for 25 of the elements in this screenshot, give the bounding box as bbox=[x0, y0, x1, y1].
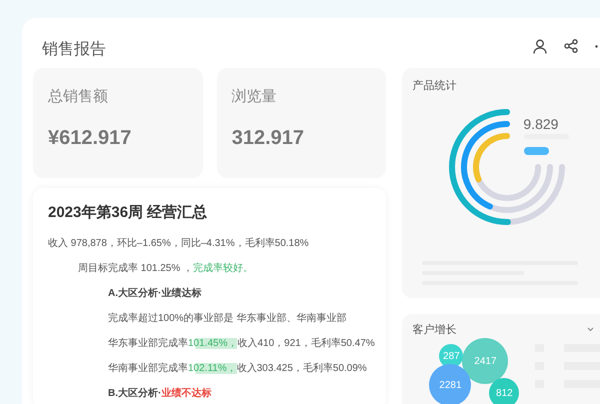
page-title: 销售报告 bbox=[41, 40, 106, 60]
section-heading: A.大区分析·业绩达标 bbox=[108, 286, 202, 300]
summary-text: 完成率超过100%的事业部是 华东事业部、华南事业部 bbox=[108, 312, 346, 326]
user-icon[interactable] bbox=[533, 38, 547, 54]
stat-label: 浏览量 bbox=[232, 87, 277, 107]
bubble: 287 bbox=[439, 344, 464, 368]
bubble: 2417 bbox=[462, 338, 508, 384]
stat-label: 总销售额 bbox=[48, 87, 108, 107]
summary-title: 2023年第36周 经营汇总 bbox=[48, 203, 208, 223]
panel-title: 产品统计 bbox=[412, 78, 456, 94]
summary-text: 华东事业部完成率101.45%，收入410，921，毛利率50.47% bbox=[108, 336, 375, 350]
more-icon[interactable] bbox=[595, 44, 598, 48]
summary-text: 周目标完成率 101.25% ，完成率较好。 bbox=[78, 262, 254, 276]
chart-value: 9.829 bbox=[523, 115, 558, 134]
stat-value: ¥612.917 bbox=[48, 126, 132, 150]
summary-text: 收入 978,878，环比–1.65%，同比–4.31%，毛利率50.18% bbox=[48, 236, 309, 250]
section-heading: B.大区分析·业绩不达标 bbox=[108, 386, 212, 400]
summary-text: 华南事业部完成率102.11%，收入303.425，毛利率50.09% bbox=[108, 362, 367, 376]
chevron-down-icon[interactable] bbox=[587, 327, 594, 332]
stat-value: 312.917 bbox=[232, 126, 304, 150]
share-icon[interactable] bbox=[564, 39, 578, 53]
panel-title: 客户增长 bbox=[412, 322, 456, 338]
bubble: 812 bbox=[489, 378, 520, 404]
legend-pill bbox=[524, 147, 550, 155]
bubble: 2281 bbox=[429, 364, 472, 404]
